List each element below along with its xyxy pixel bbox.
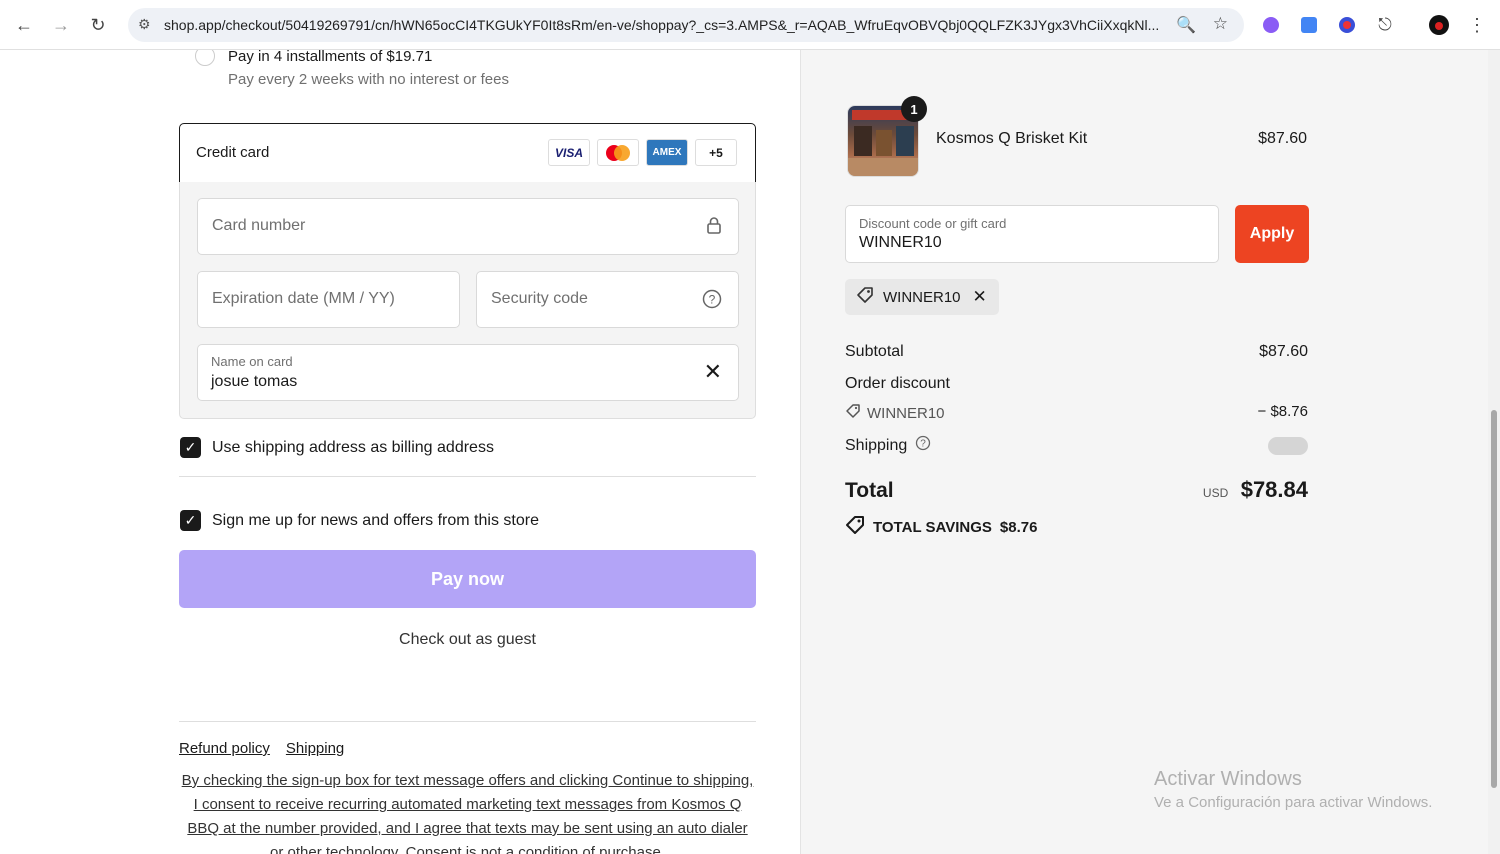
sms-consent-text: By checking the sign-up box for text mes… [181, 772, 754, 854]
extension-icon-1[interactable] [1258, 12, 1284, 38]
billing-address-checkbox[interactable]: ✓ [180, 437, 201, 458]
mastercard-logo [597, 139, 639, 166]
watermark-subtitle: Ve a Configuración para activar Windows. [1154, 794, 1433, 811]
footer-links: Refund policy Shipping [179, 740, 344, 757]
quantity-badge: 1 [901, 96, 927, 122]
forward-icon[interactable]: → [46, 10, 76, 40]
windows-activation-watermark: Activar Windows Ve a Configuración para … [1154, 768, 1432, 811]
name-on-card-value[interactable]: josue tomas [211, 373, 297, 391]
newsletter-checkbox[interactable]: ✓ [180, 510, 201, 531]
shipping-loading-placeholder [1268, 436, 1308, 455]
help-circle-icon[interactable]: ? [702, 289, 722, 314]
order-discount-label: Order discount [845, 375, 950, 392]
svg-text:?: ? [921, 439, 927, 450]
svg-text:?: ? [709, 293, 716, 307]
discount-field-label: Discount code or gift card [859, 216, 1007, 231]
extension-icon-3[interactable] [1334, 12, 1360, 38]
discount-amount: − $8.76 [1257, 403, 1308, 420]
profile-avatar[interactable] [1426, 12, 1452, 38]
savings-tag-icon [845, 515, 865, 539]
newsletter-label: Sign me up for news and offers from this… [212, 512, 539, 529]
tag-icon [845, 403, 861, 423]
installments-subtitle: Pay every 2 weeks with no interest or fe… [228, 71, 509, 88]
expiration-date-field[interactable]: Expiration date (MM / YY) [197, 271, 460, 328]
url-text[interactable]: shop.app/checkout/50419269791/cn/hWN65oc… [164, 17, 1174, 33]
bookmark-star-icon[interactable]: ☆ [1213, 14, 1228, 34]
address-bar[interactable]: ⚙ shop.app/checkout/50419269791/cn/hWN65… [128, 8, 1244, 42]
discount-field-value[interactable]: WINNER10 [859, 234, 942, 252]
order-summary: 1 Kosmos Q Brisket Kit $87.60 Discount c… [800, 50, 1488, 854]
billing-address-label: Use shipping address as billing address [212, 439, 494, 456]
browser-menu-icon[interactable]: ⋮ [1464, 12, 1490, 38]
page-scrollbar[interactable] [1488, 50, 1500, 854]
shipping-help-icon[interactable]: ? [915, 435, 931, 456]
site-info-icon[interactable]: ⚙ [138, 16, 151, 33]
scrollbar-thumb[interactable] [1491, 410, 1497, 788]
subtotal-label: Subtotal [845, 343, 904, 360]
footer-divider [179, 721, 756, 722]
total-value: $78.84 [1240, 477, 1308, 502]
discount-code-label: WINNER10 [867, 404, 945, 422]
card-number-placeholder: Card number [212, 217, 306, 234]
subtotal-value: $87.60 [1259, 343, 1308, 360]
remove-discount-icon[interactable]: ✕ [973, 287, 987, 307]
discount-code-input[interactable]: Discount code or gift card WINNER10 [845, 205, 1219, 263]
watermark-title: Activar Windows [1154, 768, 1302, 790]
installments-title: Pay in 4 installments of $19.71 [228, 50, 433, 65]
extensions-puzzle-icon[interactable]: ⎋ [1372, 12, 1398, 38]
currency-code: USD [1202, 486, 1229, 500]
installments-radio[interactable] [195, 50, 215, 66]
total-label: Total [845, 479, 894, 502]
tag-icon [855, 285, 875, 309]
browser-toolbar: ← → ↻ ⚙ shop.app/checkout/50419269791/cn… [0, 0, 1500, 50]
shipping-policy-link[interactable]: Shipping [286, 740, 344, 757]
subtotal-row: Subtotal $87.60 [845, 343, 1308, 361]
name-on-card-field[interactable]: Name on card josue tomas ✕ [197, 344, 739, 401]
savings-label: TOTAL SAVINGS [873, 518, 992, 536]
credit-card-label: Credit card [196, 144, 270, 161]
shipping-label: Shipping [845, 436, 908, 454]
lock-icon [706, 216, 722, 239]
card-logos: VISA AMEX +5 [548, 139, 737, 166]
total-savings: TOTAL SAVINGS $8.76 [845, 515, 1037, 539]
checkout-payment-section: Pay in 4 installments of $19.71 Pay ever… [0, 50, 800, 854]
divider [179, 476, 756, 477]
security-code-field[interactable]: Security code ? [476, 271, 739, 328]
product-name: Kosmos Q Brisket Kit [936, 130, 1088, 147]
refund-policy-link[interactable]: Refund policy [179, 740, 270, 757]
checkout-as-guest-link[interactable]: Check out as guest [179, 631, 756, 649]
visa-logo: VISA [548, 139, 590, 166]
expiration-placeholder: Expiration date (MM / YY) [212, 290, 395, 307]
reload-icon[interactable]: ↻ [83, 10, 113, 40]
amex-logo: AMEX [646, 139, 688, 166]
pay-now-button[interactable]: Pay now [179, 550, 756, 608]
clear-icon[interactable]: ✕ [704, 359, 722, 385]
credit-card-option[interactable]: Credit card VISA AMEX +5 [179, 123, 756, 183]
applied-discount-chip: WINNER10 ✕ [845, 279, 999, 315]
apply-discount-button[interactable]: Apply [1235, 205, 1309, 263]
shipping-row: Shipping ? [845, 435, 1308, 456]
total-row: Total USD $78.84 [845, 477, 1308, 503]
zoom-icon[interactable]: 🔍 [1176, 15, 1196, 35]
credit-card-form: Card number Expiration date (MM / YY) Se… [179, 182, 756, 419]
more-cards-badge: +5 [695, 139, 737, 166]
savings-value: $8.76 [999, 518, 1038, 536]
order-discount-row: Order discount [845, 375, 1308, 393]
back-icon[interactable]: ← [9, 10, 39, 40]
translate-extension-icon[interactable] [1296, 12, 1322, 38]
applied-code-text: WINNER10 [883, 288, 961, 306]
discount-detail-row: WINNER10 − $8.76 [845, 403, 1308, 423]
name-on-card-label: Name on card [211, 354, 293, 369]
product-price: $87.60 [1258, 130, 1307, 147]
card-number-field[interactable]: Card number [197, 198, 739, 255]
security-code-placeholder: Security code [491, 290, 588, 307]
